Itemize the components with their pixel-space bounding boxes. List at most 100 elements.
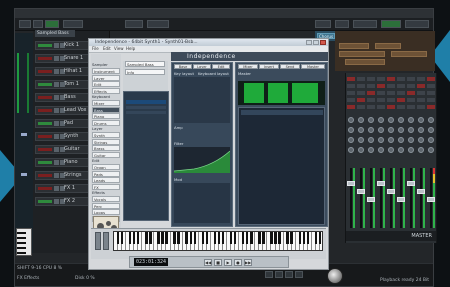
- black-key[interactable]: [132, 232, 136, 244]
- tab-base[interactable]: Base: [174, 64, 192, 69]
- tab-mixer[interactable]: Mixer: [238, 64, 258, 69]
- knob-icon[interactable]: [378, 117, 384, 123]
- knob-icon[interactable]: [348, 147, 354, 153]
- insert-slot[interactable]: [377, 77, 385, 81]
- rewind-button[interactable]: ◀◀: [204, 259, 212, 266]
- knob-icon[interactable]: [398, 117, 404, 123]
- insert-slot[interactable]: [357, 77, 365, 81]
- jog-wheel-icon[interactable]: [327, 268, 343, 284]
- track-toggle-button[interactable]: [54, 173, 59, 178]
- knob-icon[interactable]: [358, 147, 364, 153]
- black-key[interactable]: [314, 232, 318, 244]
- tab-insert[interactable]: Insert: [259, 64, 279, 69]
- black-key[interactable]: [306, 232, 310, 244]
- play-button[interactable]: ▶: [224, 259, 232, 266]
- info-field[interactable]: Info: [125, 69, 165, 75]
- track-toggle-button[interactable]: [54, 199, 59, 204]
- play-button[interactable]: [285, 271, 293, 278]
- knob-icon[interactable]: [358, 137, 364, 143]
- left-panel-item[interactable]: Pads: [92, 170, 120, 177]
- insert-slot[interactable]: [347, 84, 355, 88]
- black-key[interactable]: [233, 232, 237, 244]
- insert-slot[interactable]: [367, 91, 375, 95]
- piano-keyboard[interactable]: [113, 231, 323, 251]
- envelope-graph[interactable]: [174, 147, 230, 173]
- knob-icon[interactable]: [348, 137, 354, 143]
- browser-row[interactable]: [126, 111, 166, 114]
- black-key[interactable]: [217, 232, 221, 244]
- knob-icon[interactable]: [388, 117, 394, 123]
- close-button[interactable]: [320, 40, 326, 45]
- black-key[interactable]: [177, 232, 180, 244]
- insert-slot[interactable]: [357, 105, 365, 109]
- fader-handle[interactable]: [427, 197, 435, 202]
- black-key[interactable]: [205, 232, 209, 244]
- record-button[interactable]: [295, 271, 303, 278]
- tab-send[interactable]: Send: [280, 64, 300, 69]
- tab-master[interactable]: Master: [301, 64, 325, 69]
- insert-slot[interactable]: [397, 77, 405, 81]
- knob-icon[interactable]: [358, 117, 364, 123]
- toolbar-button[interactable]: [353, 20, 377, 28]
- toolbar-button[interactable]: [63, 20, 83, 28]
- black-key[interactable]: [286, 232, 289, 244]
- black-key[interactable]: [165, 232, 168, 244]
- toolbar-button[interactable]: [315, 20, 331, 28]
- track-toggle-button[interactable]: [54, 147, 59, 152]
- knob-icon[interactable]: [378, 137, 384, 143]
- black-key[interactable]: [149, 232, 152, 244]
- knob-icon[interactable]: [418, 117, 424, 123]
- black-key[interactable]: [298, 232, 301, 244]
- toolbar-button[interactable]: [405, 20, 429, 28]
- left-panel-item[interactable]: Leads: [92, 177, 120, 183]
- insert-slot[interactable]: [377, 84, 385, 88]
- insert-slot[interactable]: [397, 84, 405, 88]
- stop-button[interactable]: [275, 271, 283, 278]
- knob-icon[interactable]: [388, 137, 394, 143]
- black-key[interactable]: [145, 232, 148, 244]
- black-key[interactable]: [250, 232, 253, 244]
- insert-slot[interactable]: [427, 98, 435, 102]
- audio-clip[interactable]: [339, 43, 369, 49]
- knob-icon[interactable]: [418, 137, 424, 143]
- insert-slot[interactable]: [427, 105, 435, 109]
- black-key[interactable]: [262, 232, 265, 244]
- knob-icon[interactable]: [378, 147, 384, 153]
- black-key[interactable]: [246, 232, 249, 244]
- toolbar-button[interactable]: [147, 20, 169, 28]
- knob-icon[interactable]: [388, 147, 394, 153]
- audio-clip[interactable]: [375, 43, 401, 49]
- toolbar-button[interactable]: [33, 20, 43, 28]
- black-key[interactable]: [185, 232, 188, 244]
- knob-icon[interactable]: [428, 127, 434, 133]
- insert-slot[interactable]: [397, 98, 405, 102]
- menu-file[interactable]: File: [92, 46, 99, 52]
- maximize-button[interactable]: [313, 40, 319, 45]
- left-panel-item[interactable]: Bass: [92, 106, 120, 113]
- menu-help[interactable]: Help: [126, 46, 135, 52]
- left-panel-item[interactable]: Instrument: [92, 68, 120, 74]
- black-key[interactable]: [193, 232, 196, 244]
- insert-slot[interactable]: [407, 98, 415, 102]
- knob-icon[interactable]: [428, 117, 434, 123]
- layer-list[interactable]: [174, 77, 230, 123]
- toolbar-button[interactable]: [335, 20, 349, 28]
- knob-icon[interactable]: [418, 127, 424, 133]
- left-panel-item[interactable]: Strings: [92, 138, 120, 145]
- fast-forward-button[interactable]: ▶▶: [244, 259, 252, 266]
- insert-slot[interactable]: [387, 105, 395, 109]
- knob-icon[interactable]: [408, 117, 414, 123]
- left-panel-item[interactable]: Layer: [92, 74, 120, 81]
- insert-slot[interactable]: [367, 77, 375, 81]
- left-panel-item[interactable]: Perc: [92, 202, 120, 209]
- black-key[interactable]: [302, 232, 306, 244]
- insert-slot[interactable]: [407, 91, 415, 95]
- fader-handle[interactable]: [357, 189, 365, 194]
- track-toggle-button[interactable]: [54, 108, 59, 113]
- track-toggle-button[interactable]: [54, 134, 59, 139]
- insert-slot[interactable]: [357, 98, 365, 102]
- black-key[interactable]: [274, 232, 277, 244]
- insert-slot[interactable]: [377, 105, 385, 109]
- track-toggle-button[interactable]: [54, 160, 59, 165]
- track-toggle-button[interactable]: [54, 95, 59, 100]
